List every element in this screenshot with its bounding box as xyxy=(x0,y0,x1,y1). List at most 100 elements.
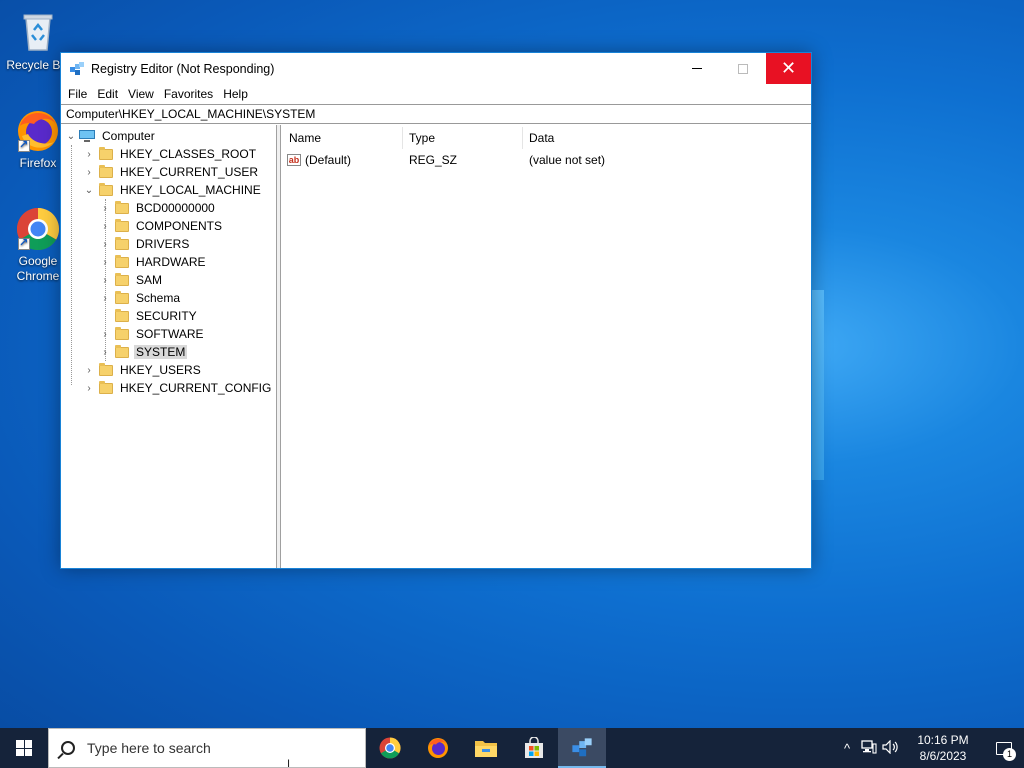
tree-node-label: HARDWARE xyxy=(136,255,206,269)
value-name: (Default) xyxy=(305,153,352,167)
tree-node-sam[interactable]: › SAM xyxy=(99,271,164,289)
column-divider[interactable] xyxy=(522,127,523,149)
value-type: REG_SZ xyxy=(409,153,458,167)
taskbar-search-box[interactable]: Type here to search xyxy=(48,728,366,768)
registry-editor-icon xyxy=(69,61,85,77)
tree-node-hkey-current-user[interactable]: › HKEY_CURRENT_USER xyxy=(83,163,260,181)
tree-node-label: HKEY_CURRENT_USER xyxy=(120,165,259,179)
tree-node-label: COMPONENTS xyxy=(136,219,223,233)
folder-icon xyxy=(99,380,113,394)
tree-node-software[interactable]: › SOFTWARE xyxy=(99,325,206,343)
search-icon xyxy=(61,741,75,755)
tree-node-hkey-current-config[interactable]: › HKEY_CURRENT_CONFIG xyxy=(83,379,273,397)
list-row-default[interactable]: ab (Default) REG_SZ (value not set) xyxy=(287,151,807,169)
taskbar-registry-editor[interactable] xyxy=(558,728,606,768)
tree-node-label: BCD00000000 xyxy=(136,201,215,215)
tree-node-label: HKEY_LOCAL_MACHINE xyxy=(120,183,261,197)
tree-node-label: Computer xyxy=(102,129,155,143)
tree-node-label: SYSTEM xyxy=(134,345,188,359)
taskbar-file-explorer[interactable] xyxy=(462,728,510,768)
window-title: Registry Editor (Not Responding) xyxy=(91,61,275,76)
tree-node-hkey-classes-root[interactable]: › HKEY_CLASSES_ROOT xyxy=(83,145,258,163)
chrome-icon xyxy=(14,204,62,252)
tree-node-security[interactable]: SECURITY xyxy=(99,307,199,325)
file-explorer-icon xyxy=(475,741,497,757)
string-value-icon: ab xyxy=(287,154,301,166)
start-button[interactable] xyxy=(0,728,48,768)
tree-node-computer[interactable]: ⌄ Computer xyxy=(65,127,157,145)
search-placeholder: Type here to search xyxy=(87,740,211,756)
firefox-icon xyxy=(14,106,62,154)
chevron-right-icon[interactable]: › xyxy=(83,361,95,379)
system-tray: ^ 10:16 PM 8/6/2023 1 xyxy=(836,728,1024,768)
notification-count-badge: 1 xyxy=(1003,748,1016,761)
microsoft-store-icon xyxy=(525,737,543,758)
tree-node-hkey-local-machine[interactable]: ⌄ HKEY_LOCAL_MACHINE xyxy=(83,181,263,199)
folder-icon xyxy=(99,146,113,160)
taskbar-chrome[interactable] xyxy=(366,728,414,768)
tree-node-label: HKEY_CURRENT_CONFIG xyxy=(120,381,272,395)
windows-logo-icon xyxy=(16,740,32,756)
column-header-name[interactable]: Name xyxy=(289,129,401,147)
computer-icon xyxy=(79,130,95,142)
chevron-right-icon[interactable]: › xyxy=(99,325,111,343)
recycle-bin-icon xyxy=(14,8,62,56)
menu-help[interactable]: Help xyxy=(218,87,253,101)
taskbar: Type here to search ^ 10:16 PM 8/6/2023 … xyxy=(0,728,1024,768)
network-icon[interactable] xyxy=(858,739,880,757)
chevron-down-icon[interactable]: ⌄ xyxy=(65,127,77,145)
volume-icon[interactable] xyxy=(880,739,902,757)
folder-icon xyxy=(115,290,129,304)
chevron-right-icon[interactable]: › xyxy=(83,145,95,163)
folder-icon xyxy=(99,362,113,376)
menu-view[interactable]: View xyxy=(123,87,159,101)
address-bar[interactable]: Computer\HKEY_LOCAL_MACHINE\SYSTEM xyxy=(61,104,811,124)
chevron-right-icon[interactable]: › xyxy=(83,379,95,397)
clock-date: 8/6/2023 xyxy=(919,749,967,763)
column-divider[interactable] xyxy=(402,127,403,149)
chevron-right-icon[interactable]: › xyxy=(99,217,111,235)
tree-node-hardware[interactable]: › HARDWARE xyxy=(99,253,208,271)
tree-node-bcd00000000[interactable]: › BCD00000000 xyxy=(99,199,217,217)
chevron-right-icon[interactable]: › xyxy=(99,235,111,253)
action-center-button[interactable]: 1 xyxy=(984,728,1024,768)
tree-node-components[interactable]: › COMPONENTS xyxy=(99,217,224,235)
maximize-button[interactable] xyxy=(720,53,766,84)
clock-time: 10:16 PM xyxy=(917,733,969,747)
tree-node-schema[interactable]: › Schema xyxy=(99,289,182,307)
show-hidden-icons-chevron-icon[interactable]: ^ xyxy=(836,741,858,756)
menu-favorites[interactable]: Favorites xyxy=(159,87,218,101)
chevron-right-icon[interactable]: › xyxy=(99,199,111,217)
column-header-type[interactable]: Type xyxy=(409,129,521,147)
column-header-data[interactable]: Data xyxy=(529,129,729,147)
close-button[interactable]: ✕ xyxy=(766,53,811,84)
tree-node-label: DRIVERS xyxy=(136,237,190,251)
chevron-right-icon[interactable]: › xyxy=(83,163,95,181)
folder-icon xyxy=(115,254,129,268)
folder-icon xyxy=(115,200,129,214)
clock[interactable]: 10:16 PM 8/6/2023 xyxy=(910,732,976,764)
chevron-right-icon[interactable]: › xyxy=(99,271,111,289)
menu-edit[interactable]: Edit xyxy=(92,87,123,101)
taskbar-microsoft-store[interactable] xyxy=(510,728,558,768)
chevron-down-icon[interactable]: ⌄ xyxy=(83,181,95,199)
tree-node-hkey-users[interactable]: › HKEY_USERS xyxy=(83,361,203,379)
editor-panes: ⌄ Computer › HKEY_CLASSES_ROOT › HKEY_CU… xyxy=(61,125,811,568)
title-bar[interactable]: Registry Editor (Not Responding) ✕ xyxy=(61,53,811,84)
tree-node-drivers[interactable]: › DRIVERS xyxy=(99,235,191,253)
menu-file[interactable]: File xyxy=(63,87,92,101)
menu-bar: File Edit View Favorites Help xyxy=(61,84,811,104)
registry-editor-window: Registry Editor (Not Responding) ✕ File … xyxy=(60,52,812,569)
tree-node-system[interactable]: › SYSTEM xyxy=(99,343,188,361)
chevron-right-icon[interactable]: › xyxy=(99,343,111,361)
taskbar-firefox[interactable] xyxy=(414,728,462,768)
minimize-button[interactable] xyxy=(674,53,720,84)
text-cursor-icon: I xyxy=(287,758,291,768)
tree-node-label: Schema xyxy=(136,291,181,305)
maximize-icon xyxy=(738,63,748,74)
tree-leaf-connector xyxy=(99,307,111,325)
desktop-light-beam xyxy=(812,290,824,480)
tree-node-label: HKEY_USERS xyxy=(120,363,201,377)
chevron-right-icon[interactable]: › xyxy=(99,289,111,307)
chevron-right-icon[interactable]: › xyxy=(99,253,111,271)
